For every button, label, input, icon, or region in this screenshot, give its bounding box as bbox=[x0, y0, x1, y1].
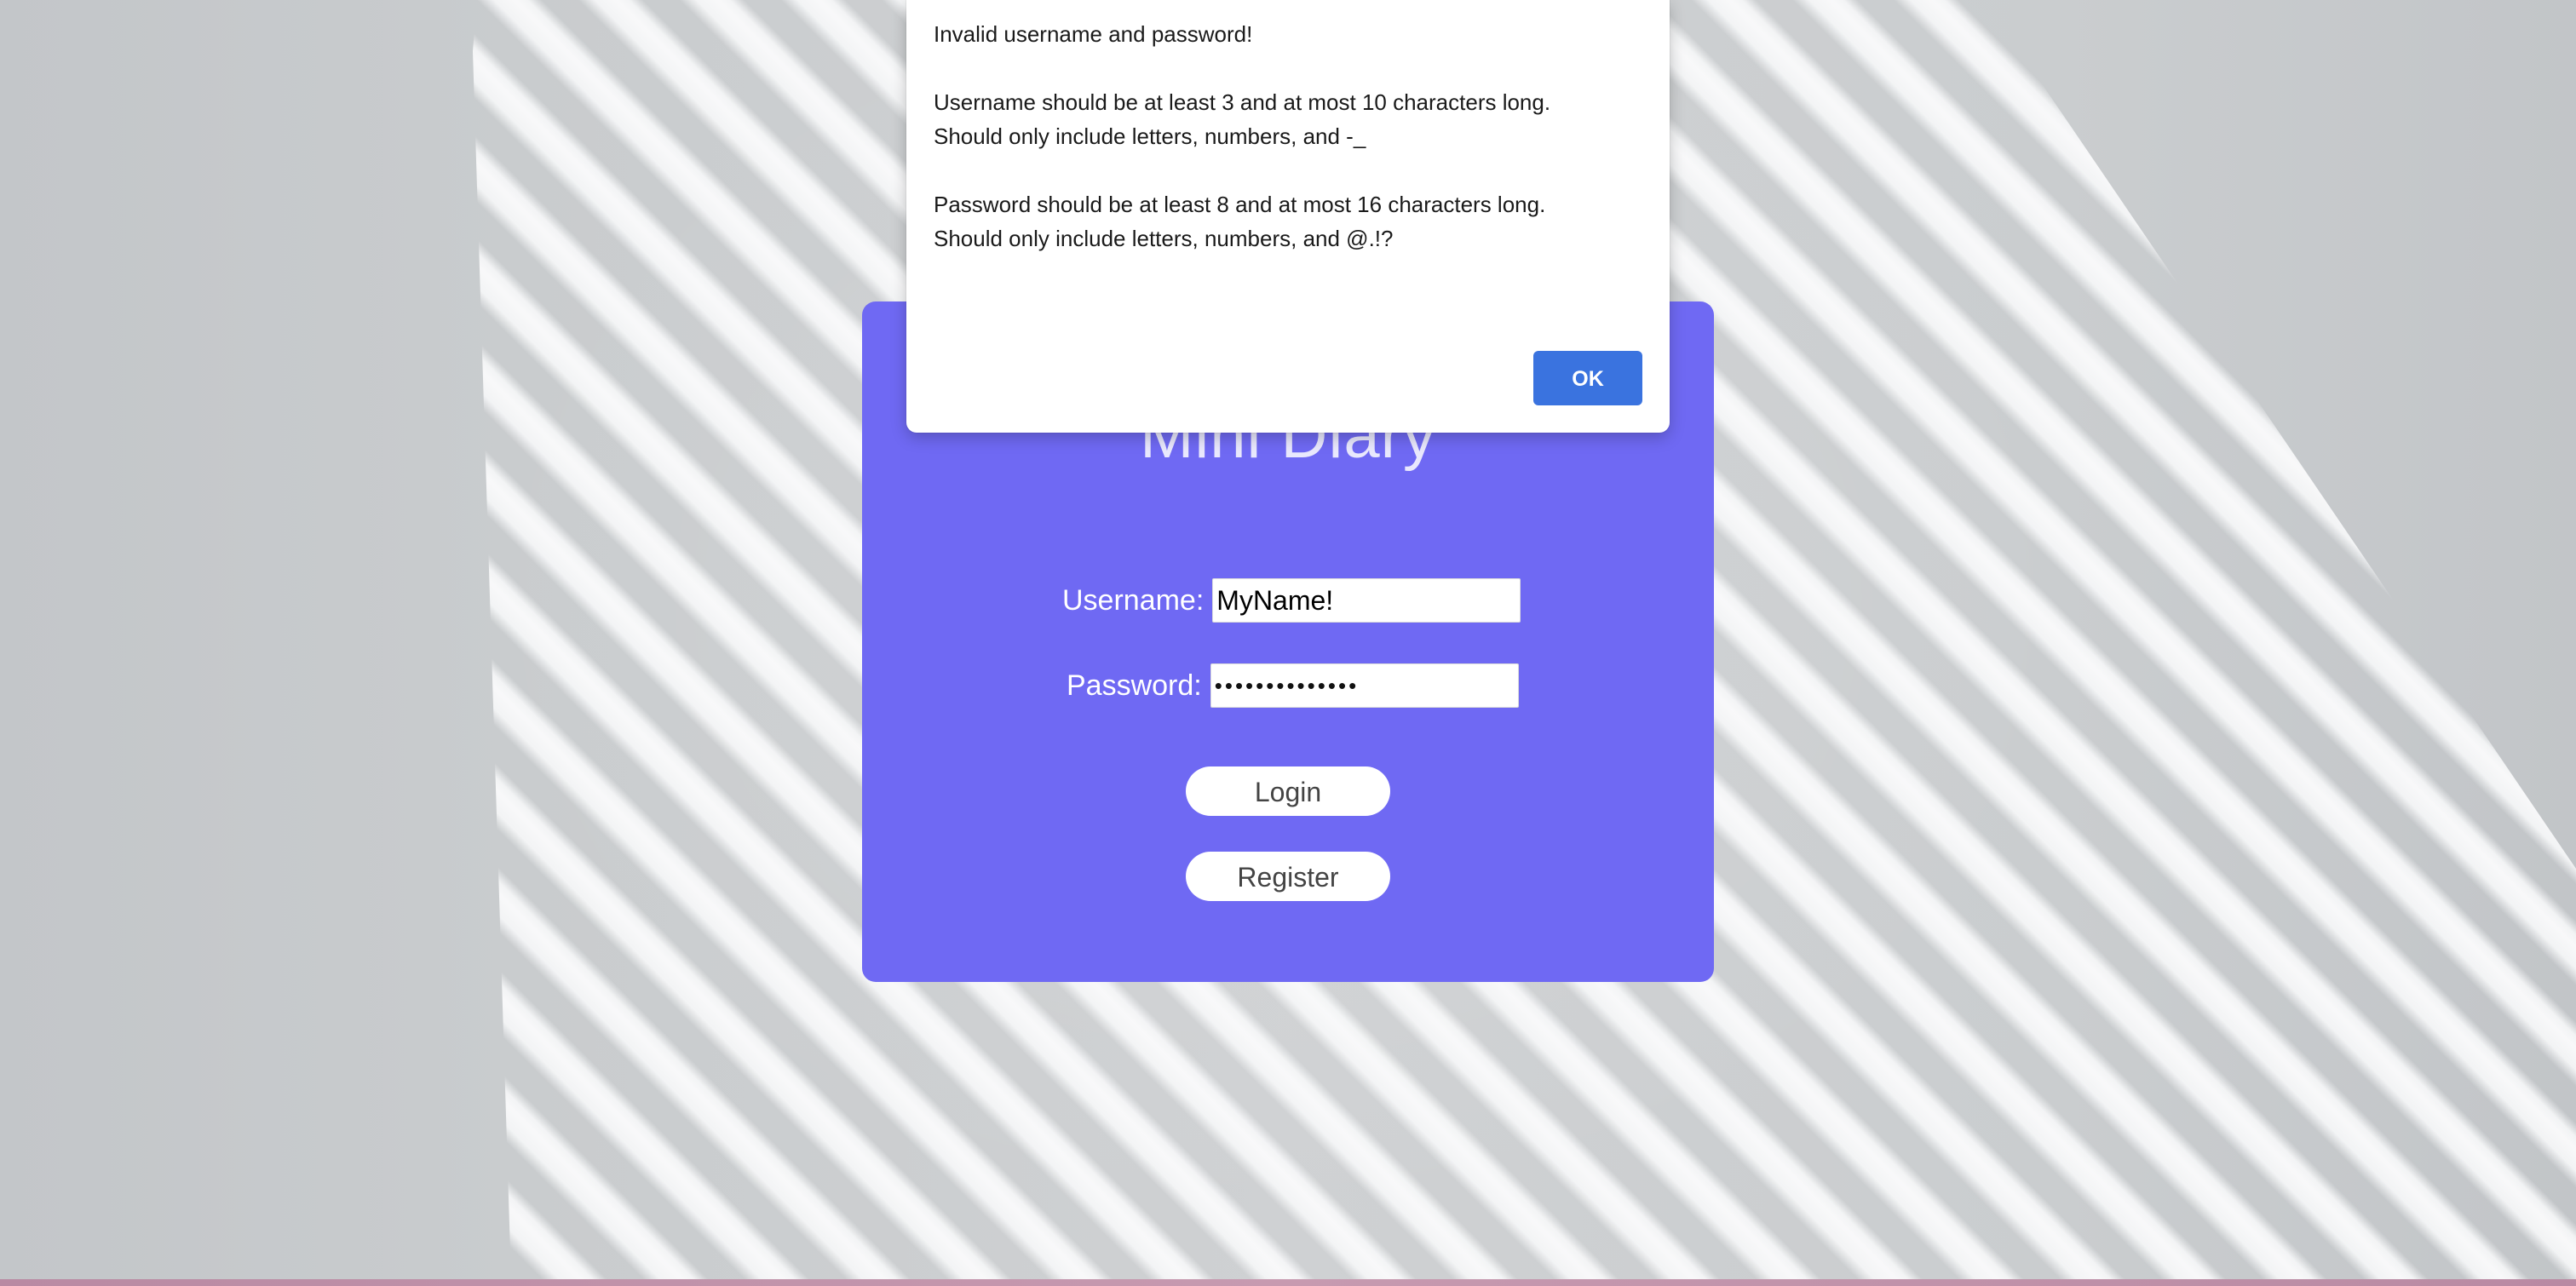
username-rule-length: Username should be at least 3 and at mos… bbox=[934, 89, 1551, 115]
username-row: Username: MyName! bbox=[1062, 578, 1521, 623]
alert-spacer bbox=[934, 153, 1649, 187]
ok-button[interactable]: OK bbox=[1533, 351, 1642, 405]
password-input[interactable]: •••••••••••••• bbox=[1210, 663, 1519, 708]
username-rule-chars: Should only include letters, numbers, an… bbox=[934, 123, 1366, 149]
alert-heading: Invalid username and password! bbox=[934, 21, 1253, 47]
password-masked-value: •••••••••••••• bbox=[1214, 672, 1360, 698]
password-row: Password: •••••••••••••• bbox=[1067, 663, 1519, 708]
alert-dialog: Invalid username and password! Username … bbox=[906, 0, 1670, 433]
alert-message: Invalid username and password! Username … bbox=[934, 17, 1649, 255]
alert-spacer bbox=[934, 51, 1649, 85]
password-rule-chars: Should only include letters, numbers, an… bbox=[934, 226, 1394, 251]
window-bottom-edge bbox=[0, 1279, 2576, 1286]
register-button[interactable]: Register bbox=[1186, 852, 1390, 901]
password-rule-length: Password should be at least 8 and at mos… bbox=[934, 192, 1546, 217]
username-input[interactable]: MyName! bbox=[1212, 578, 1521, 623]
username-label: Username: bbox=[1062, 583, 1205, 617]
login-button[interactable]: Login bbox=[1186, 766, 1390, 816]
password-label: Password: bbox=[1067, 669, 1202, 702]
